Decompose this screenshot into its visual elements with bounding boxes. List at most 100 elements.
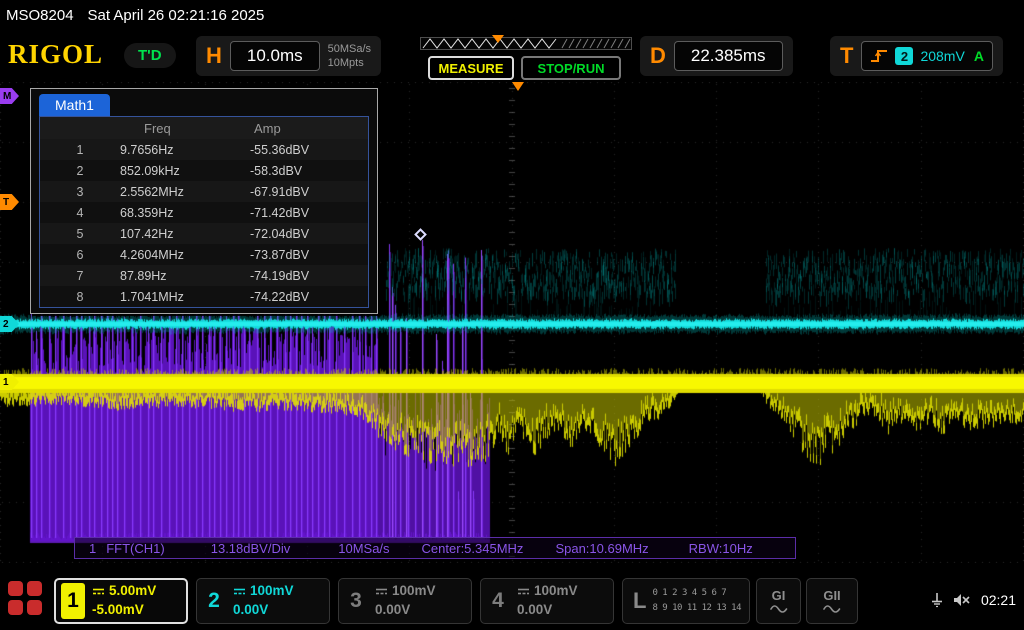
horizontal-settings[interactable]: H 10.0ms 50MSa/s 10Mpts xyxy=(196,36,381,76)
row-amp: -58.3dBV xyxy=(250,164,368,178)
fft-status-bar[interactable]: 1 FFT(CH1) 13.18dBV/Div 10MSa/s Center:5… xyxy=(74,537,796,559)
channel-1-box[interactable]: 1 5.00mV -5.00mV xyxy=(54,578,188,624)
dc-coupling-icon xyxy=(233,587,246,596)
trigger-info-box[interactable]: 2 208mV A xyxy=(861,41,992,71)
row-freq: 9.7656Hz xyxy=(120,143,250,157)
fft-center-freq: Center:5.345MHz xyxy=(422,541,524,556)
logic-channels-box[interactable]: L 0 1 2 3 4 5 6 7 8 9 10 11 12 13 14 15 xyxy=(622,578,750,624)
math-table-row: 19.7656Hz-55.36dBV xyxy=(40,139,368,160)
trigger-mode-indicator: A xyxy=(974,48,984,64)
row-amp: -74.22dBV xyxy=(250,290,368,304)
row-index: 6 xyxy=(40,248,120,262)
fft-span: Span:10.69MHz xyxy=(555,541,648,556)
header-freq-col: Freq xyxy=(120,121,250,136)
delay-label: D xyxy=(650,43,666,69)
waveform-area[interactable]: M T 2 1 Math1 Freq Amp 19.7656Hz-55.36dB… xyxy=(0,82,1024,563)
bottom-status-bar: 1 5.00mV -5.00mV 2 100mV 0.00V 3 xyxy=(0,570,1024,630)
fft-rbw: RBW:10Hz xyxy=(689,541,753,556)
menu-dot xyxy=(8,581,23,596)
fft-scale: 13.18dBV/Div xyxy=(211,541,291,556)
fft-sample-rate: 10MSa/s xyxy=(338,541,389,556)
row-freq: 87.89Hz xyxy=(120,269,250,283)
header-bar: RIGOL T'D H 10.0ms 50MSa/s 10Mpts MEASUR… xyxy=(0,30,1024,82)
row-amp: -72.04dBV xyxy=(250,227,368,241)
row-amp: -55.36dBV xyxy=(250,143,368,157)
header-amp-col: Amp xyxy=(250,121,368,136)
menu-dot xyxy=(27,600,42,615)
menu-grid-icon[interactable] xyxy=(8,581,44,617)
math-table-row: 81.7041MHz-74.22dBV xyxy=(40,286,368,307)
fft-source: FFT(CH1) xyxy=(106,541,165,556)
row-index: 4 xyxy=(40,206,120,220)
generator-2-box[interactable]: GII xyxy=(806,578,858,624)
channel-3-box[interactable]: 3 100mV 0.00V xyxy=(338,578,472,624)
memory-position-strip[interactable] xyxy=(420,35,632,51)
menu-dot xyxy=(8,600,23,615)
row-amp: -67.91dBV xyxy=(250,185,368,199)
memory-waveform-icon xyxy=(420,35,632,51)
generator-2-label: GII xyxy=(823,588,840,603)
channel-4-box[interactable]: 4 100mV 0.00V xyxy=(480,578,614,624)
sine-wave-icon xyxy=(770,604,788,614)
timebase-value[interactable]: 10.0ms xyxy=(230,41,320,71)
math-measurement-panel[interactable]: Math1 Freq Amp 19.7656Hz-55.36dBV 2852.0… xyxy=(30,88,378,314)
top-status-bar: MSO8204 Sat April 26 02:21:16 2025 xyxy=(0,0,1024,30)
trigger-status-badge: T'D xyxy=(124,43,176,68)
channel-3-scale: 100mV xyxy=(392,582,436,601)
channel-3-badge: 3 xyxy=(344,583,368,619)
rigol-logo: RIGOL xyxy=(8,39,103,70)
trigger-settings[interactable]: T 2 208mV A xyxy=(830,36,1003,76)
trigger-level-value: 208mV xyxy=(920,48,964,64)
delay-settings[interactable]: D 22.385ms xyxy=(640,36,793,76)
acquisition-rates: 50MSa/s 10Mpts xyxy=(328,42,371,71)
measure-button[interactable]: MEASURE xyxy=(428,56,514,80)
row-amp: -74.19dBV xyxy=(250,269,368,283)
channel-1-badge: 1 xyxy=(61,583,85,619)
row-index: 1 xyxy=(40,143,120,157)
channel-2-box[interactable]: 2 100mV 0.00V xyxy=(196,578,330,624)
row-freq: 4.2604MHz xyxy=(120,248,250,262)
math-table-row: 64.2604MHz-73.87dBV xyxy=(40,244,368,265)
system-status-icons: 02:21 xyxy=(931,570,1016,630)
row-freq: 1.7041MHz xyxy=(120,290,250,304)
channel-1-offset: -5.00mV xyxy=(92,601,156,620)
math-table-row: 2852.09kHz-58.3dBV xyxy=(40,160,368,181)
memory-depth: 10Mpts xyxy=(328,56,371,70)
row-index: 2 xyxy=(40,164,120,178)
logic-row-1: 0 1 2 3 4 5 6 7 xyxy=(652,586,744,601)
channel-4-badge: 4 xyxy=(486,583,510,619)
row-index: 8 xyxy=(40,290,120,304)
row-amp: -73.87dBV xyxy=(250,248,368,262)
trigger-label: T xyxy=(840,43,853,69)
channel-4-offset: 0.00V xyxy=(517,601,578,620)
channel-2-offset: 0.00V xyxy=(233,601,294,620)
generator-1-box[interactable]: GI xyxy=(756,578,801,624)
probe-ground-icon xyxy=(931,592,943,608)
row-amp: -71.42dBV xyxy=(250,206,368,220)
dc-coupling-icon xyxy=(375,587,388,596)
fft-channel-number: 1 xyxy=(89,541,96,556)
model-name: MSO8204 xyxy=(6,7,74,24)
math-panel-tab[interactable]: Math1 xyxy=(39,94,110,116)
row-index: 5 xyxy=(40,227,120,241)
speaker-muted-icon[interactable] xyxy=(953,592,971,608)
channel-3-offset: 0.00V xyxy=(375,601,436,620)
oscilloscope-screen: MSO8204 Sat April 26 02:21:16 2025 RIGOL… xyxy=(0,0,1024,630)
row-freq: 852.09kHz xyxy=(120,164,250,178)
trigger-position-marker[interactable] xyxy=(512,82,524,91)
sample-rate: 50MSa/s xyxy=(328,42,371,56)
dc-coupling-icon xyxy=(517,587,530,596)
channel-2-scale: 100mV xyxy=(250,582,294,601)
fft-peak-table: Freq Amp 19.7656Hz-55.36dBV 2852.09kHz-5… xyxy=(39,116,369,308)
row-freq: 107.42Hz xyxy=(120,227,250,241)
sine-wave-icon xyxy=(823,604,841,614)
horizontal-label: H xyxy=(206,43,222,69)
generator-1-label: GI xyxy=(772,588,786,603)
row-index: 7 xyxy=(40,269,120,283)
logic-row-2: 8 9 10 11 12 13 14 15 xyxy=(652,601,744,616)
delay-value[interactable]: 22.385ms xyxy=(674,41,783,71)
row-freq: 68.359Hz xyxy=(120,206,250,220)
channel-1-scale: 5.00mV xyxy=(109,582,156,601)
stop-run-button[interactable]: STOP/RUN xyxy=(521,56,621,80)
dc-coupling-icon xyxy=(92,587,105,596)
